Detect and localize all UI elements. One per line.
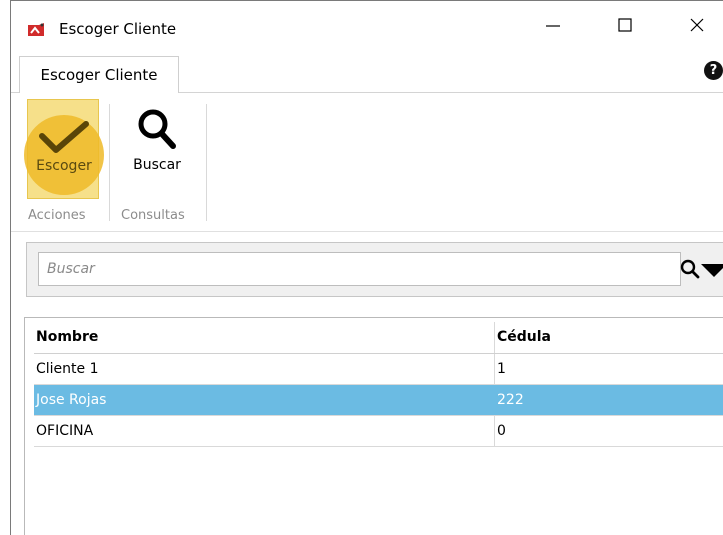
- search-icon[interactable]: [680, 259, 700, 279]
- dropdown-arrow-icon[interactable]: [701, 264, 723, 277]
- group-label-acciones: Acciones: [28, 208, 86, 223]
- tab-escoger-cliente[interactable]: Escoger Cliente: [19, 56, 179, 93]
- table-row-selected[interactable]: Jose Rojas 222: [34, 385, 723, 416]
- checkmark-icon: [39, 121, 89, 153]
- maximize-button[interactable]: [602, 9, 648, 41]
- cell-nombre: OFICINA: [34, 416, 495, 446]
- search-input[interactable]: Buscar: [38, 252, 681, 286]
- help-icon[interactable]: ?: [704, 61, 723, 80]
- column-header-cedula[interactable]: Cédula: [495, 322, 723, 353]
- escoger-label: Escoger: [36, 158, 92, 174]
- group-separator: [206, 104, 207, 221]
- table-row[interactable]: Cliente 1 1: [34, 354, 723, 385]
- minimize-icon: [546, 25, 560, 27]
- buscar-button[interactable]: Buscar: [119, 99, 195, 199]
- group-label-consultas: Consultas: [121, 208, 185, 223]
- cell-cedula: 222: [497, 392, 524, 408]
- table-body: Nombre Cédula Cliente 1 1 Jose Rojas 222…: [34, 322, 723, 447]
- cell-cedula: 1: [497, 361, 506, 377]
- cell-nombre: Cliente 1: [34, 354, 495, 384]
- minimize-button[interactable]: [530, 9, 576, 41]
- close-button[interactable]: [674, 9, 720, 41]
- cell-cedula: 0: [497, 423, 506, 439]
- client-table: Nombre Cédula Cliente 1 1 Jose Rojas 222…: [24, 317, 723, 535]
- table-row[interactable]: OFICINA 0: [34, 416, 723, 447]
- title-bar: Escoger Cliente: [11, 1, 723, 45]
- table-header-row: Nombre Cédula: [34, 322, 723, 354]
- search-icon: [138, 109, 176, 149]
- escoger-button[interactable]: Escoger: [24, 99, 104, 199]
- ribbon-divider: [11, 231, 723, 232]
- close-icon: [690, 18, 704, 32]
- buscar-label: Buscar: [133, 157, 181, 173]
- window-title: Escoger Cliente: [59, 20, 177, 38]
- group-separator: [109, 104, 110, 221]
- app-icon: [28, 23, 44, 36]
- maximize-icon: [618, 18, 632, 32]
- cell-nombre: Jose Rojas: [34, 385, 495, 415]
- window: Escoger Cliente Escoger Cliente ? Escoge: [10, 0, 723, 535]
- column-header-nombre[interactable]: Nombre: [34, 322, 495, 353]
